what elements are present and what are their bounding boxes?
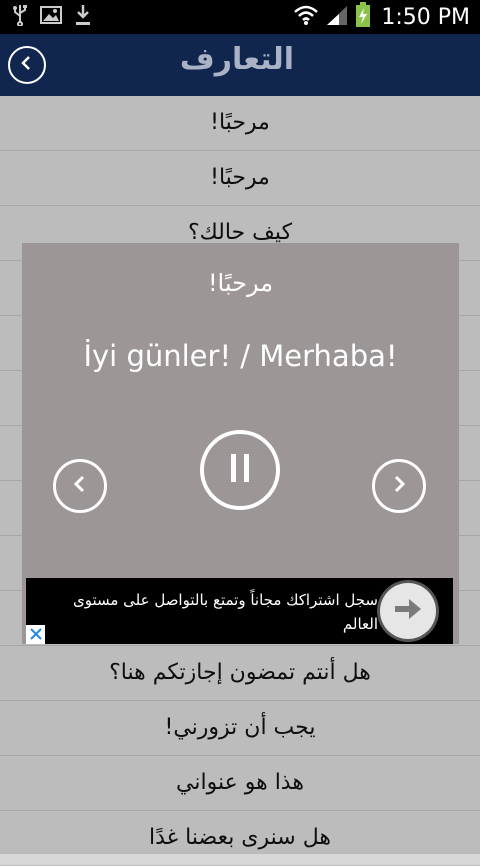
back-button[interactable]	[8, 46, 46, 84]
next-button[interactable]	[372, 459, 426, 513]
dialog-translation-text: İyi günler! / Merhaba!	[83, 339, 398, 373]
usb-icon	[12, 4, 28, 30]
status-bar: 1:50 PM	[0, 0, 480, 34]
notification-icons	[12, 4, 92, 30]
arrow-right-icon	[393, 597, 423, 625]
ad-banner[interactable]: سجل اشتراكك مجاناً وتمتع بالتواصل على مس…	[26, 578, 453, 644]
chevron-left-icon	[69, 473, 91, 499]
system-icons: 1:50 PM	[293, 0, 470, 34]
battery-charging-icon	[355, 2, 371, 32]
app-header: التعارف	[0, 34, 480, 96]
ad-arrow-button[interactable]	[380, 583, 436, 639]
dialog-arabic-text: مرحبًا!	[207, 269, 274, 297]
chevron-right-icon	[388, 473, 410, 499]
close-icon	[29, 625, 42, 644]
ad-text: سجل اشتراكك مجاناً وتمتع بالتواصل على مس…	[72, 591, 378, 633]
wifi-icon	[293, 4, 319, 30]
chevron-left-circle-icon	[17, 53, 37, 77]
image-icon	[40, 5, 62, 29]
page-title: التعارف	[179, 42, 294, 77]
ad-close-button[interactable]	[26, 625, 45, 644]
signal-icon	[325, 4, 349, 30]
pause-icon	[227, 452, 253, 488]
download-icon	[74, 4, 92, 30]
previous-button[interactable]	[53, 459, 107, 513]
status-time: 1:50 PM	[381, 4, 470, 30]
pause-button[interactable]	[200, 430, 280, 510]
